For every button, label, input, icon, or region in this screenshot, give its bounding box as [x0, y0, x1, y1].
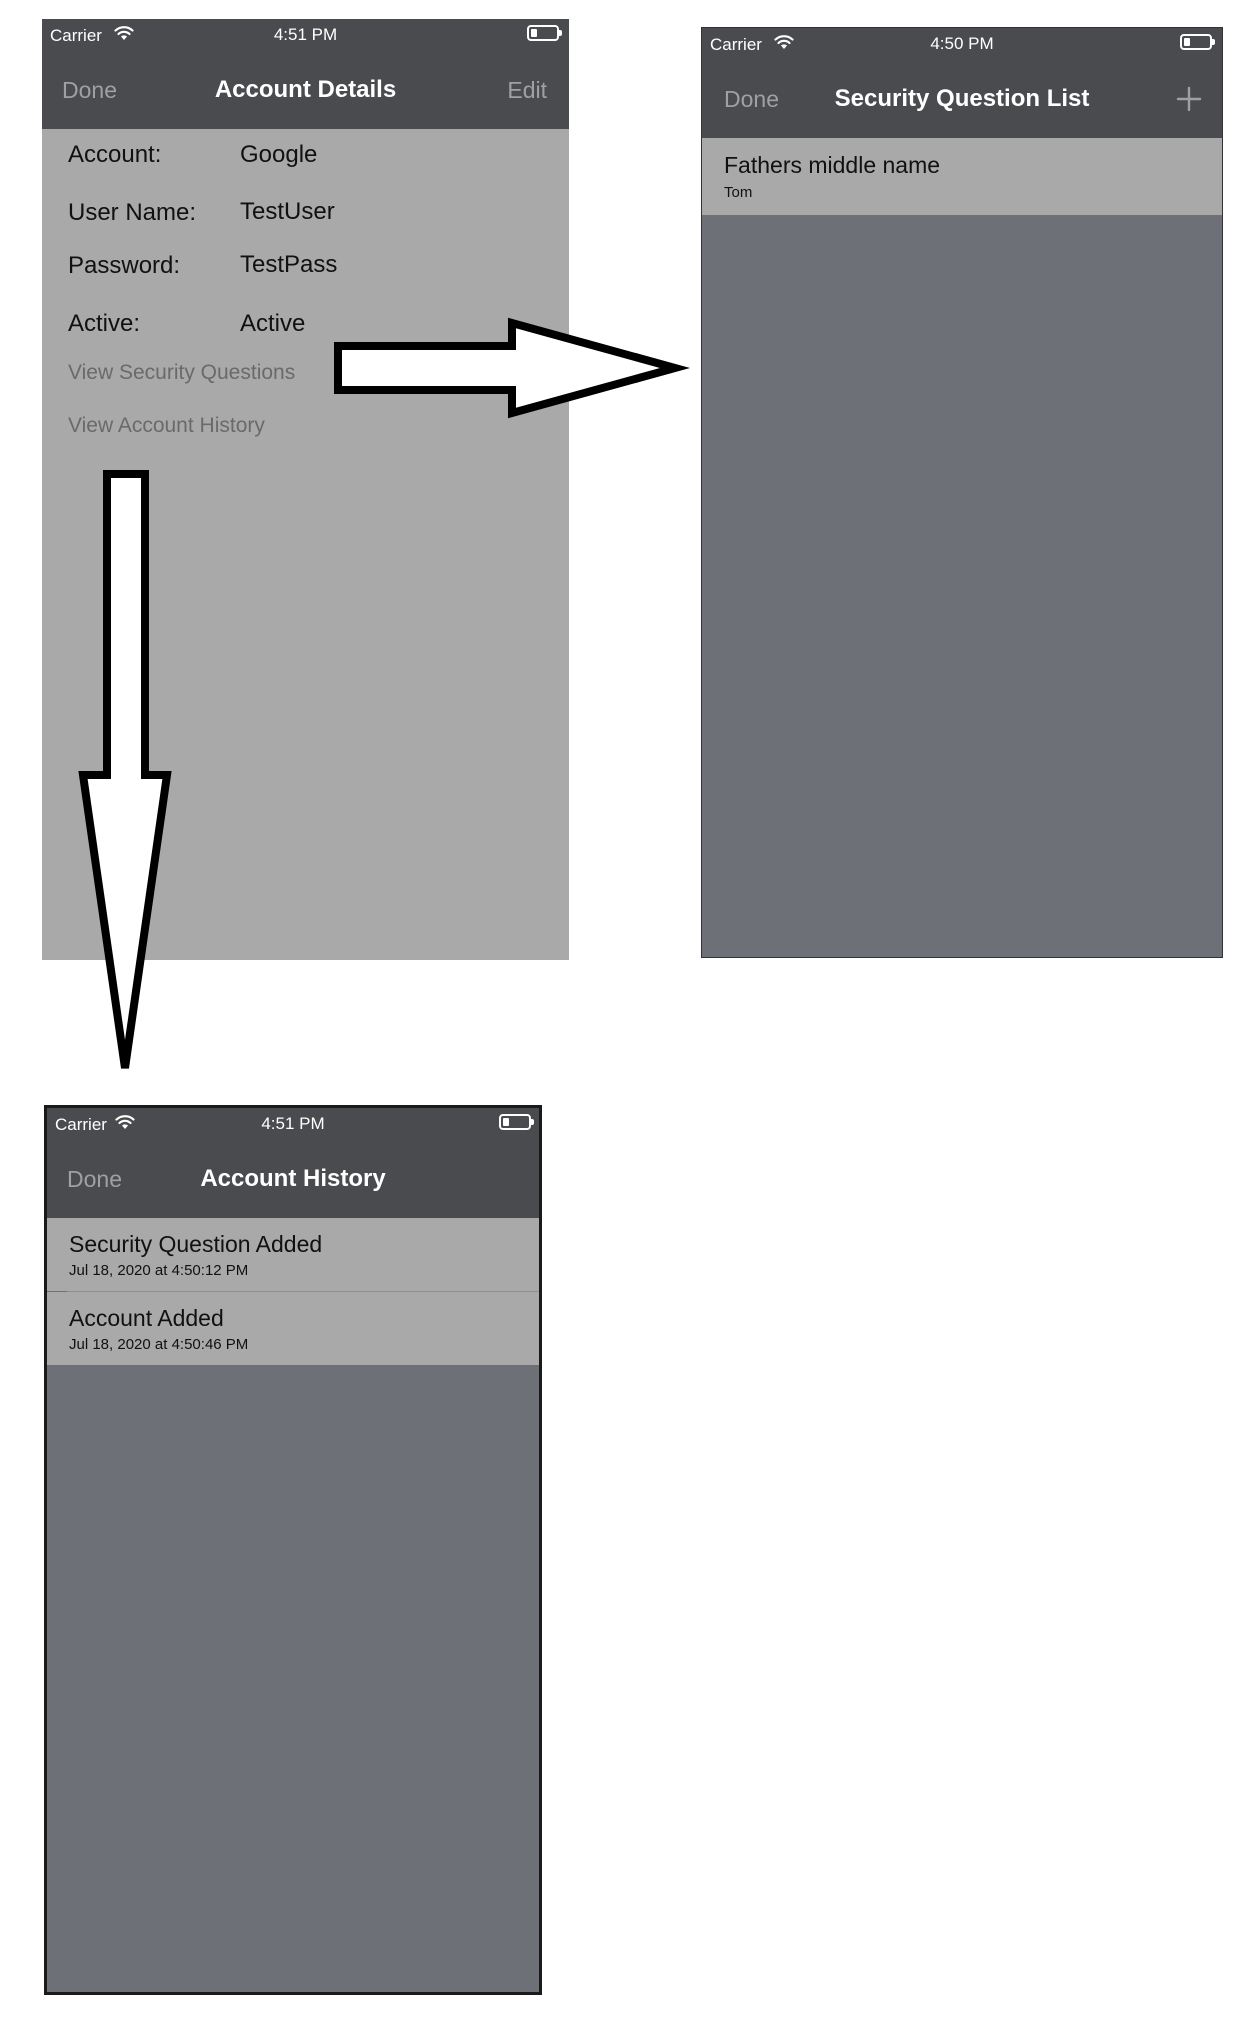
history-event-timestamp: Jul 18, 2020 at 4:50:46 PM	[69, 1336, 249, 1353]
status-time: 4:51 PM	[273, 25, 338, 44]
active-value: Active	[240, 310, 306, 337]
password-value: TestPass	[240, 251, 338, 278]
page-title: Security Question List	[834, 85, 1090, 112]
status-bar: Carrier 4:51 PM	[42, 19, 569, 51]
username-value: TestUser	[240, 198, 335, 225]
history-row[interactable]: Security Question Added Jul 18, 2020 at …	[47, 1218, 539, 1291]
navigation-bar: Done Account History	[47, 1140, 539, 1218]
status-time: 4:50 PM	[930, 34, 994, 53]
security-question-list-screen: Carrier 4:50 PM Done Security Question L…	[701, 27, 1223, 958]
history-row[interactable]: Account Added Jul 18, 2020 at 4:50:46 PM	[47, 1292, 539, 1365]
view-account-history-link[interactable]: View Account History	[68, 414, 265, 438]
battery-icon	[1180, 34, 1215, 50]
navigation-bar: Done Security Question List	[702, 60, 1222, 138]
security-question-row[interactable]: Fathers middle name Tom	[702, 138, 1222, 215]
username-label: User Name:	[68, 199, 197, 226]
edit-button[interactable]: Edit	[507, 51, 547, 129]
down-arrow-annotation	[78, 470, 172, 1069]
account-history-screen: Carrier 4:51 PM Done Account History Sec…	[44, 1105, 542, 1995]
page-title: Account History	[200, 1165, 386, 1192]
history-event-title: Account Added	[69, 1305, 224, 1331]
password-label: Password:	[68, 252, 181, 279]
history-event-title: Security Question Added	[69, 1231, 323, 1257]
add-button[interactable]	[1176, 60, 1202, 138]
navigation-bar: Done Account Details Edit	[42, 51, 569, 129]
plus-icon	[1176, 86, 1202, 112]
right-arrow-annotation	[334, 317, 691, 419]
question-answer: Tom	[724, 184, 753, 201]
account-label: Account:	[68, 141, 162, 168]
account-value: Google	[240, 141, 318, 168]
question-title: Fathers middle name	[724, 152, 941, 178]
battery-icon	[527, 25, 562, 41]
status-time: 4:51 PM	[261, 1114, 325, 1133]
active-label: Active:	[68, 310, 141, 337]
view-security-questions-link[interactable]: View Security Questions	[68, 361, 295, 385]
battery-icon	[499, 1114, 534, 1130]
status-bar: Carrier 4:50 PM	[702, 28, 1222, 60]
history-event-timestamp: Jul 18, 2020 at 4:50:12 PM	[69, 1262, 249, 1279]
page-title: Account Details	[214, 76, 397, 103]
status-bar: Carrier 4:51 PM	[47, 1108, 539, 1140]
